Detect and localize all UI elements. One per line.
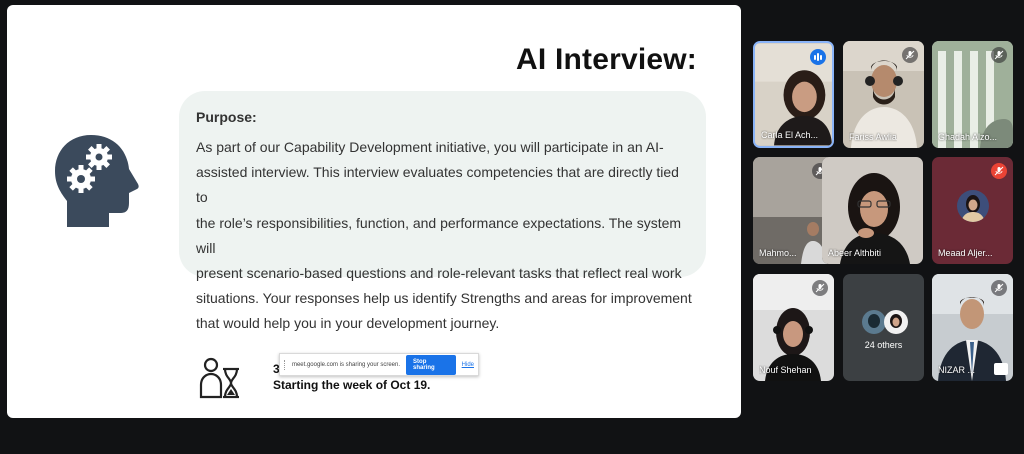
purpose-line: present scenario-based questions and rol… bbox=[196, 265, 682, 282]
sharing-message: meet.google.com is sharing your screen. bbox=[291, 361, 401, 368]
participant-name: Abeer Althbiti bbox=[828, 248, 882, 258]
participant-name: Mahmo... bbox=[759, 248, 797, 258]
person-hourglass-icon bbox=[199, 357, 239, 399]
participant-avatar bbox=[956, 190, 989, 223]
purpose-line: that would help you in your development … bbox=[196, 315, 500, 332]
participant-name: NIZAR ... bbox=[938, 365, 976, 375]
participant-tile[interactable]: NIZAR ... bbox=[932, 274, 1013, 381]
picture-in-picture-icon[interactable] bbox=[994, 363, 1008, 375]
participant-tile[interactable]: Carla El Ach... bbox=[753, 41, 834, 148]
participant-name: Ghadah Alzo... bbox=[938, 132, 998, 142]
hide-link[interactable]: Hide bbox=[462, 362, 474, 368]
others-tile[interactable]: 24 others bbox=[843, 274, 924, 381]
speaking-indicator-icon bbox=[810, 49, 826, 65]
start-date-text: Starting the week of Oct 19. bbox=[273, 378, 431, 392]
presented-slide: AI Interview: Purpose: As part of our Ca… bbox=[7, 5, 741, 418]
slide-title: AI Interview: bbox=[516, 43, 697, 76]
participant-name: Nouf Shehan bbox=[759, 365, 812, 375]
participant-name: Fariss Awlia bbox=[849, 132, 897, 142]
participant-tile[interactable]: Abeer Althbiti bbox=[822, 157, 923, 264]
others-avatars bbox=[862, 310, 908, 334]
purpose-line: situations. Your responses help us ident… bbox=[196, 290, 692, 307]
stop-sharing-button[interactable]: Stop sharing bbox=[406, 354, 456, 375]
drag-handle[interactable] bbox=[284, 359, 286, 370]
participant-name: Carla El Ach... bbox=[761, 130, 819, 140]
purpose-line: the role’s responsibilities, function, a… bbox=[196, 214, 682, 256]
mic-off-icon bbox=[991, 47, 1007, 63]
screen-sharing-bar: meet.google.com is sharing your screen. … bbox=[279, 353, 479, 376]
mic-off-icon bbox=[902, 47, 918, 63]
others-count: 24 others bbox=[864, 340, 903, 350]
mic-off-icon bbox=[991, 163, 1007, 179]
purpose-line: assisted interview. This interview evalu… bbox=[196, 164, 679, 206]
participant-name: Meaad Aljer... bbox=[938, 248, 993, 258]
participant-tile[interactable]: Nouf Shehan bbox=[753, 274, 834, 381]
participant-tile[interactable]: Ghadah Alzo... bbox=[932, 41, 1013, 148]
meet-window: AI Interview: Purpose: As part of our Ca… bbox=[0, 0, 1024, 454]
purpose-box: Purpose: As part of our Capability Devel… bbox=[179, 91, 706, 331]
purpose-label: Purpose: bbox=[196, 109, 257, 125]
purpose-line: As part of our Capability Development in… bbox=[196, 139, 664, 155]
mic-off-icon bbox=[991, 280, 1007, 296]
head-gears-icon bbox=[55, 135, 139, 227]
participant-tile[interactable]: Fariss Awlia bbox=[843, 41, 924, 148]
purpose-text: As part of our Capability Development in… bbox=[196, 135, 692, 337]
participant-tile[interactable]: Meaad Aljer... bbox=[932, 157, 1013, 264]
mic-off-icon bbox=[812, 280, 828, 296]
